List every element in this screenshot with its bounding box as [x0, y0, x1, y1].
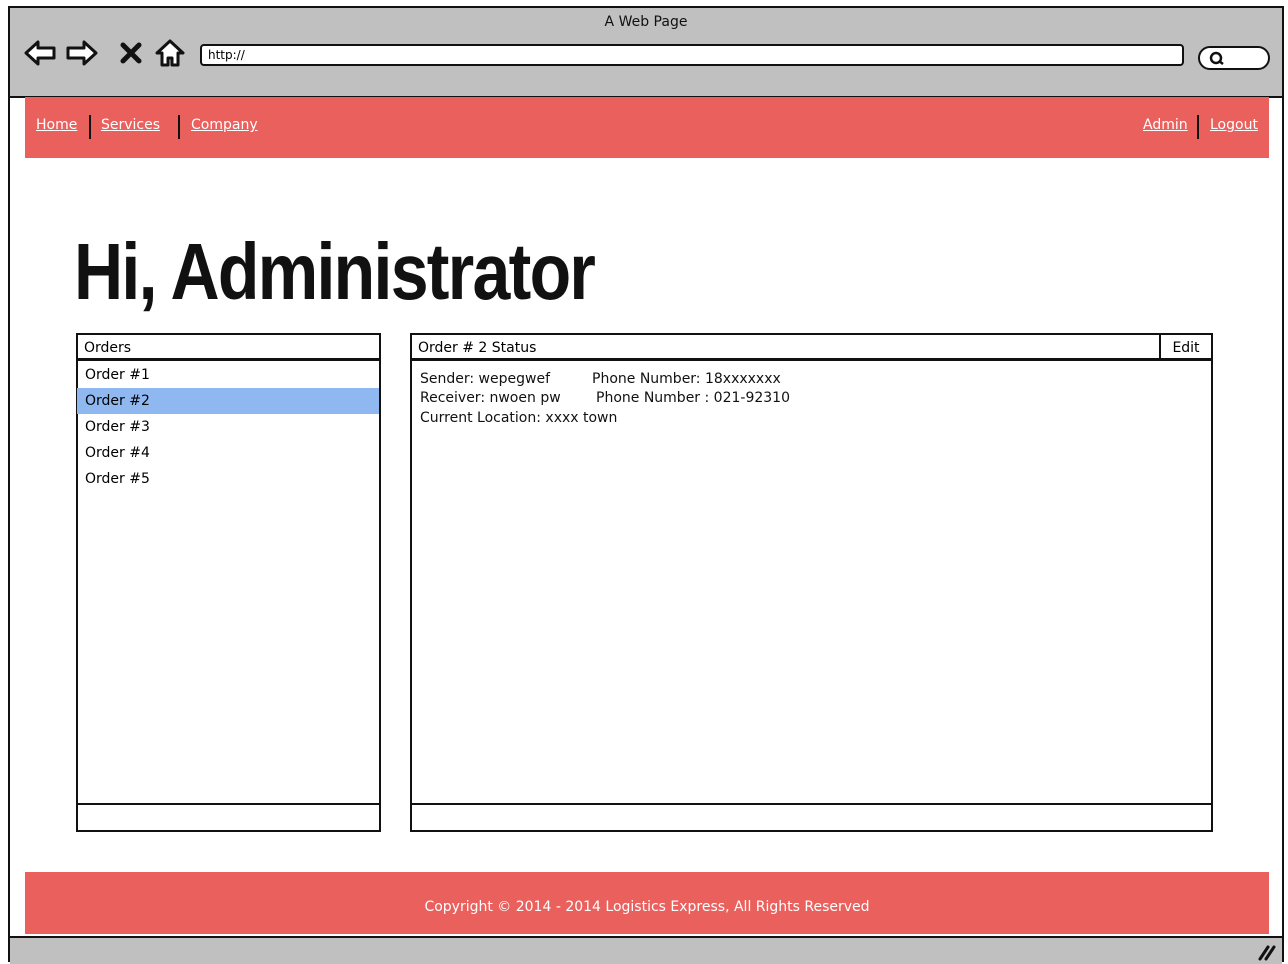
orders-panel-title: Orders — [78, 335, 379, 361]
receiver-text: Receiver: nwoen pw — [420, 390, 561, 406]
address-bar[interactable]: http:// — [200, 44, 1184, 66]
sender-phone-text: Phone Number: 18xxxxxxx — [592, 371, 781, 387]
forward-icon[interactable] — [66, 38, 98, 68]
browser-status-bar — [10, 936, 1282, 964]
nav-separator — [178, 115, 180, 139]
back-icon[interactable] — [24, 38, 56, 68]
location-text: Current Location: xxxx town — [420, 410, 618, 426]
nav-separator — [89, 115, 91, 139]
nav-logout-link[interactable]: Logout — [1210, 117, 1258, 133]
close-icon[interactable] — [120, 38, 150, 68]
order-list-item[interactable]: Order #1 — [77, 362, 379, 388]
nav-home-link[interactable]: Home — [36, 117, 77, 133]
window-title: A Web Page — [604, 14, 688, 30]
search-icon — [1209, 51, 1224, 65]
browser-chrome: A Web Page http:// — [10, 8, 1282, 98]
home-icon[interactable] — [154, 38, 185, 68]
nav-company-link[interactable]: Company — [191, 117, 258, 133]
orders-panel-footer — [76, 803, 381, 832]
receiver-phone-text: Phone Number : 021-92310 — [596, 390, 790, 406]
nav-admin-link[interactable]: Admin — [1143, 117, 1188, 133]
top-nav-bar: Home Services Company Admin Logout — [25, 97, 1269, 158]
orders-list: Order #1 Order #2 Order #3 Order #4 Orde… — [77, 362, 379, 492]
search-field[interactable] — [1198, 46, 1270, 70]
order-status-footer — [410, 803, 1213, 832]
order-list-item-selected[interactable]: Order #2 — [77, 388, 379, 414]
copyright-text: Copyright © 2014 - 2014 Logistics Expres… — [424, 899, 870, 915]
nav-separator — [1197, 115, 1199, 139]
order-status-title: Order # 2 Status — [412, 335, 1211, 361]
order-list-item[interactable]: Order #5 — [77, 466, 379, 492]
page-heading: Hi, Administrator — [74, 227, 596, 316]
resize-grip-icon[interactable] — [1256, 943, 1276, 961]
edit-button[interactable]: Edit — [1159, 335, 1211, 361]
order-list-item[interactable]: Order #3 — [77, 414, 379, 440]
sender-text: Sender: wepegwef — [420, 371, 550, 387]
page-footer: Copyright © 2014 - 2014 Logistics Expres… — [25, 872, 1269, 934]
nav-services-link[interactable]: Services — [101, 117, 160, 133]
order-list-item[interactable]: Order #4 — [77, 440, 379, 466]
